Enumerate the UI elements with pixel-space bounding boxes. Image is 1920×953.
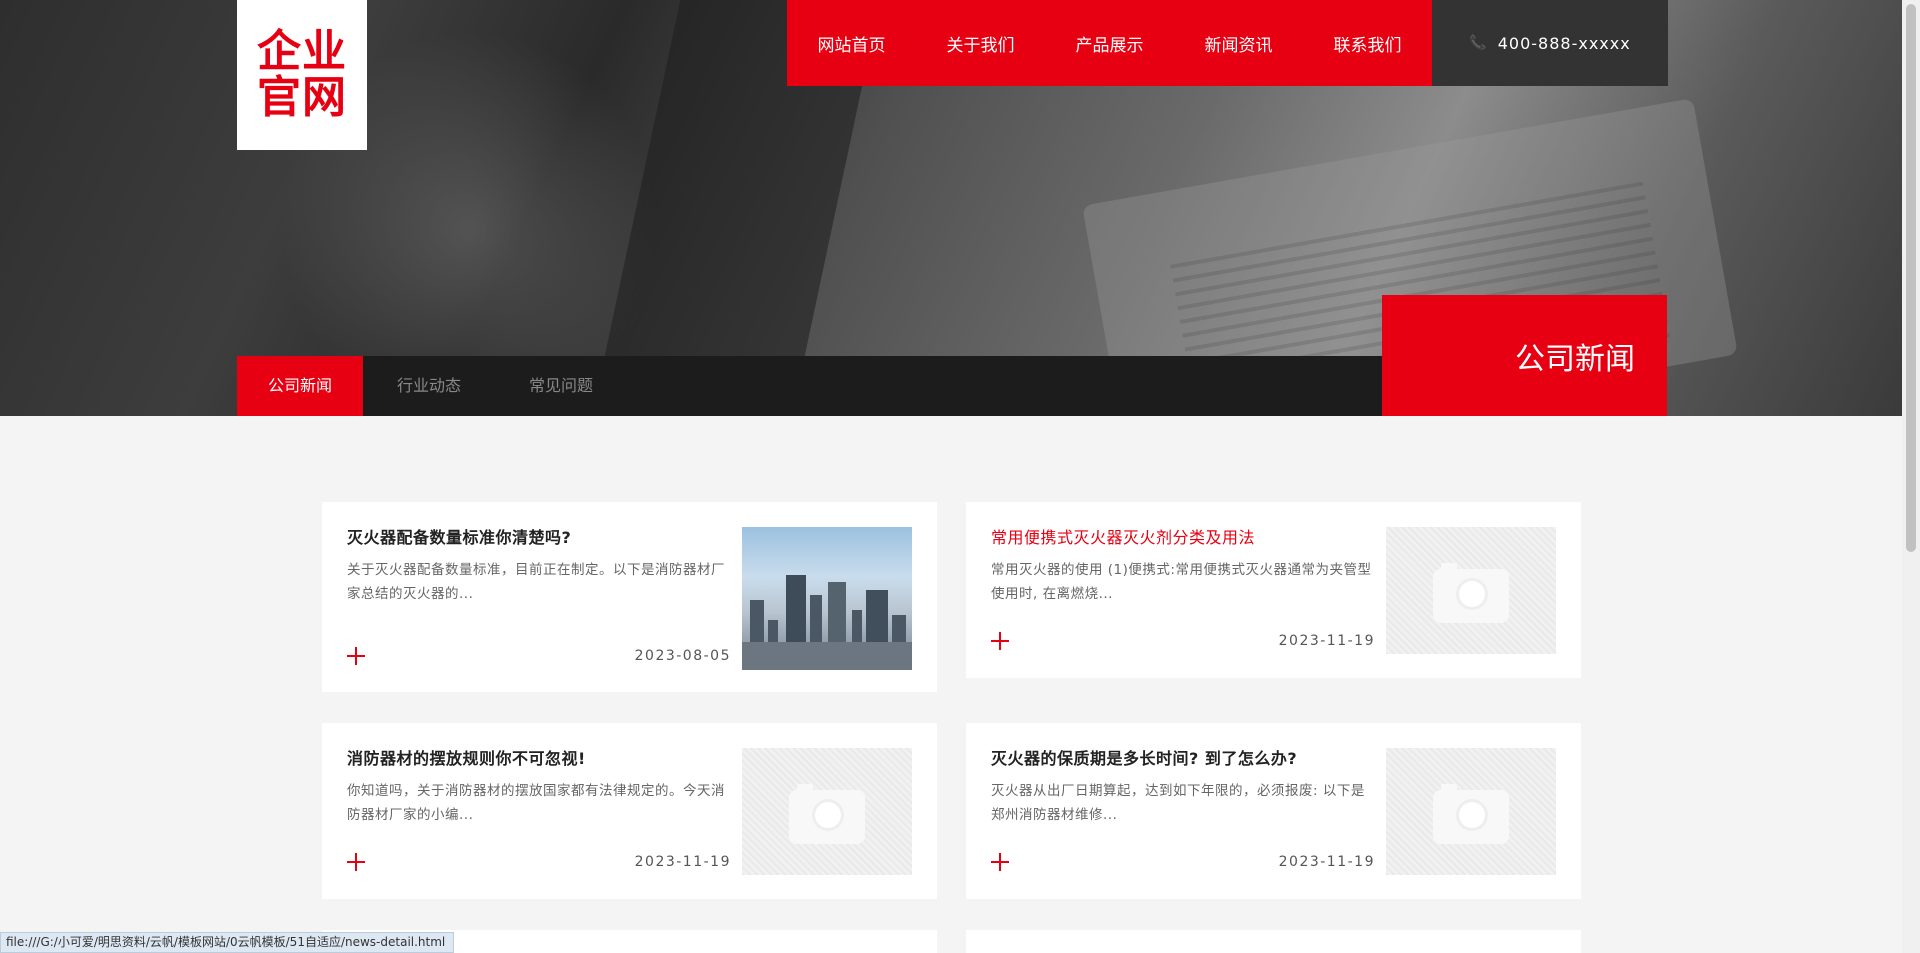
news-summary: 关于灭火器配备数量标准，目前正在制定。以下是消防器材厂家总结的灭火器的... [347, 562, 725, 602]
tab-company-news[interactable]: 公司新闻 [237, 356, 364, 416]
news-thumbnail[interactable] [1386, 527, 1556, 654]
news-title[interactable]: 灭火器的保质期是多长时间? 到了怎么办? [991, 745, 1297, 769]
section-title: 公司新闻 [1382, 295, 1667, 416]
plus-icon[interactable] [991, 632, 1009, 650]
news-thumbnail[interactable] [742, 527, 912, 670]
news-date: 2023-08-05 [634, 648, 731, 664]
news-title[interactable]: 消防器材的摆放规则你不可忽视! [347, 745, 586, 769]
news-card[interactable]: 常用便携式灭火器灭火剂分类及用法 常用灭火器的使用 (1)便携式:常用便携式灭火… [966, 502, 1581, 678]
news-card[interactable]: 灭火器配备数量标准你清楚吗? 关于灭火器配备数量标准，目前正在制定。以下是消防器… [322, 502, 937, 692]
logo-line: 企业 [257, 26, 347, 77]
main-nav: 网站首页 关于我们 产品展示 新闻资讯 联系我们 [787, 0, 1432, 86]
plus-icon[interactable] [347, 853, 365, 871]
nav-item-about[interactable]: 关于我们 [916, 31, 1045, 56]
news-card[interactable] [966, 930, 1581, 953]
nav-item-home[interactable]: 网站首页 [787, 31, 916, 56]
news-card[interactable]: 灭火器的保质期是多长时间? 到了怎么办? 灭火器从出厂日期算起，达到如下年限的，… [966, 723, 1581, 899]
phone-number: 400-888-xxxxx [1497, 33, 1631, 53]
building-shape [742, 642, 912, 670]
news-title[interactable]: 常用便携式灭火器灭火剂分类及用法 [991, 524, 1255, 548]
news-date: 2023-11-19 [1278, 854, 1375, 870]
news-summary: 灭火器从出厂日期算起，达到如下年限的，必须报废: 以下是郑州消防器材维修... [991, 783, 1365, 823]
news-thumbnail[interactable] [1386, 748, 1556, 875]
scrollbar-thumb[interactable] [1906, 4, 1916, 552]
browser-status-url: file:///G:/小可爱/明思资料/云帆/模板网站/0云帆模板/51自适应/… [0, 932, 454, 953]
nav-item-news[interactable]: 新闻资讯 [1174, 31, 1303, 56]
nav-item-products[interactable]: 产品展示 [1045, 31, 1174, 56]
logo-line: 官网 [257, 72, 347, 123]
page-scrollbar[interactable] [1902, 0, 1920, 953]
plus-icon[interactable] [991, 853, 1009, 871]
news-summary: 你知道吗，关于消防器材的摆放国家都有法律规定的。今天消防器材厂家的小编... [347, 783, 725, 823]
news-date: 2023-11-19 [1278, 633, 1375, 649]
camera-icon [1433, 783, 1509, 844]
news-card[interactable]: 消防器材的摆放规则你不可忽视! 你知道吗，关于消防器材的摆放国家都有法律规定的。… [322, 723, 937, 899]
plus-icon[interactable] [347, 647, 365, 665]
tab-industry-news[interactable]: 行业动态 [363, 356, 495, 416]
phone-hotline: 📞 400-888-xxxxx [1432, 0, 1668, 86]
phone-icon: 📞 [1469, 35, 1488, 51]
news-summary: 常用灭火器的使用 (1)便携式:常用便携式灭火器通常为夹管型 使用时, 在离燃烧… [991, 562, 1372, 602]
news-date: 2023-11-19 [634, 854, 731, 870]
tab-faq[interactable]: 常见问题 [495, 356, 627, 416]
news-thumbnail[interactable] [742, 748, 912, 875]
camera-icon [789, 783, 865, 844]
camera-icon [1433, 562, 1509, 623]
news-title[interactable]: 灭火器配备数量标准你清楚吗? [347, 524, 571, 548]
nav-item-contact[interactable]: 联系我们 [1303, 31, 1432, 56]
category-tabs: 公司新闻 行业动态 常见问题 [237, 356, 1382, 416]
site-logo[interactable]: 企业 官网 [237, 0, 367, 150]
